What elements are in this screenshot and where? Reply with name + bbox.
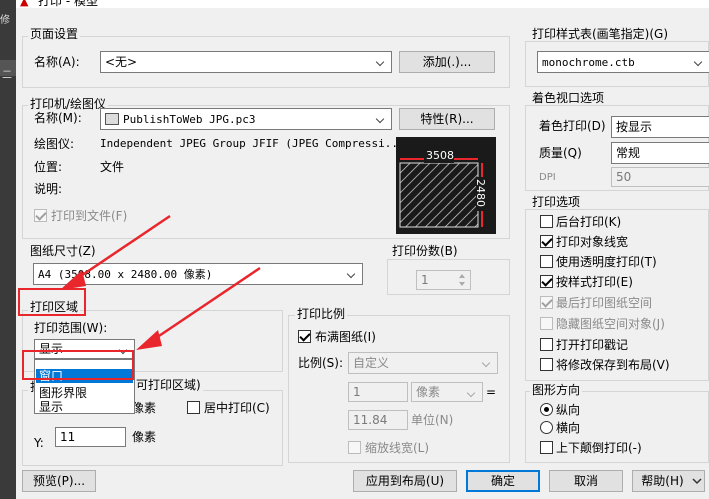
annotation-arrow-2 xyxy=(136,266,261,350)
annotation-arrows xyxy=(60,214,261,350)
annotation-arrow-1 xyxy=(60,214,171,290)
